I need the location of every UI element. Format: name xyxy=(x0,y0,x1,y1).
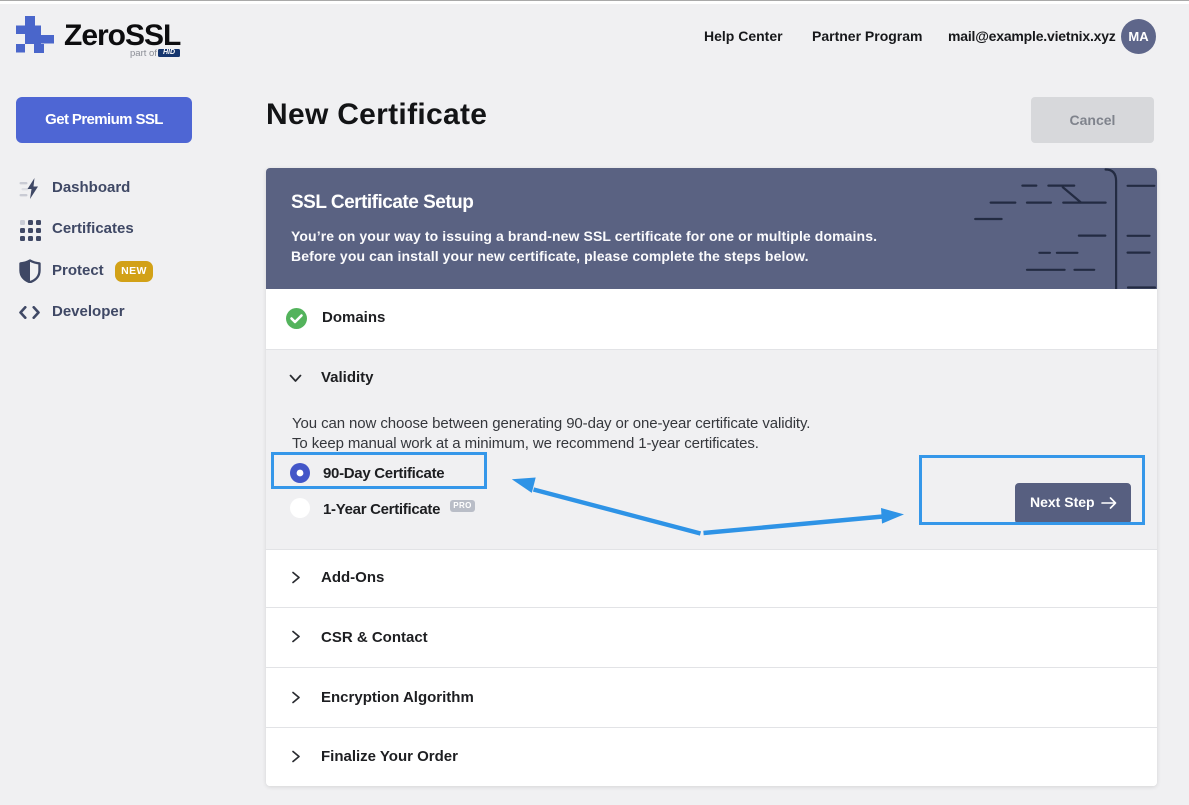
svg-text:ZeroSSL: ZeroSSL xyxy=(64,19,181,52)
